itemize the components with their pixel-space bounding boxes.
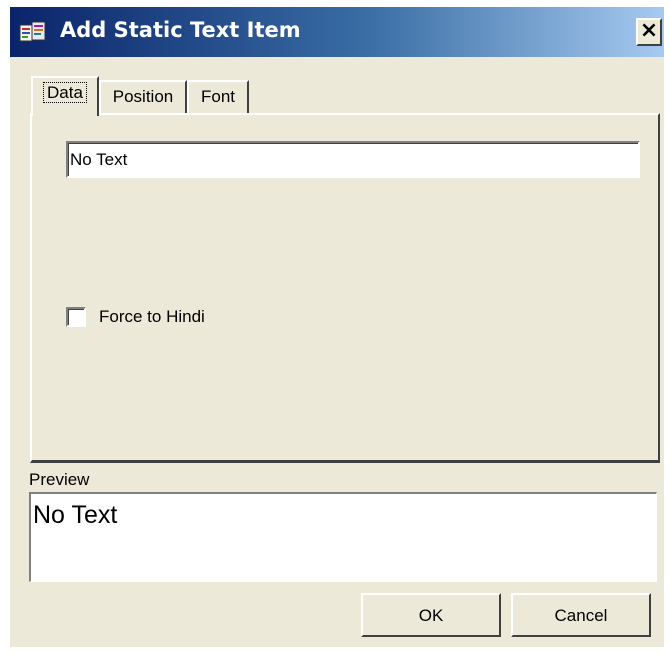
ok-button[interactable]: OK — [361, 593, 501, 637]
preview-text: No Text — [33, 501, 118, 529]
data-tab-panel: Force to Hindi — [30, 113, 660, 463]
title-bar[interactable]: Add Static Text Item × — [10, 7, 664, 57]
force-hindi-label: Force to Hindi — [99, 307, 205, 326]
window-title: Add Static Text Item — [60, 18, 301, 42]
add-static-text-dialog: Add Static Text Item × Data Position Fon… — [10, 7, 664, 647]
tab-data-label: Data — [43, 82, 87, 103]
app-document-icon — [19, 20, 47, 44]
close-icon: × — [639, 18, 659, 43]
force-hindi-checkbox[interactable] — [66, 307, 86, 327]
tab-data[interactable]: Data — [31, 76, 99, 116]
preview-label: Preview — [29, 470, 90, 489]
tab-position[interactable]: Position — [99, 80, 187, 113]
preview-box: No Text — [29, 492, 657, 582]
close-button[interactable]: × — [636, 18, 662, 46]
static-text-input[interactable] — [66, 141, 640, 178]
cancel-button[interactable]: Cancel — [511, 593, 651, 637]
tab-font[interactable]: Font — [187, 80, 249, 113]
tab-font-label: Font — [200, 87, 236, 106]
tab-position-label: Position — [112, 87, 174, 106]
